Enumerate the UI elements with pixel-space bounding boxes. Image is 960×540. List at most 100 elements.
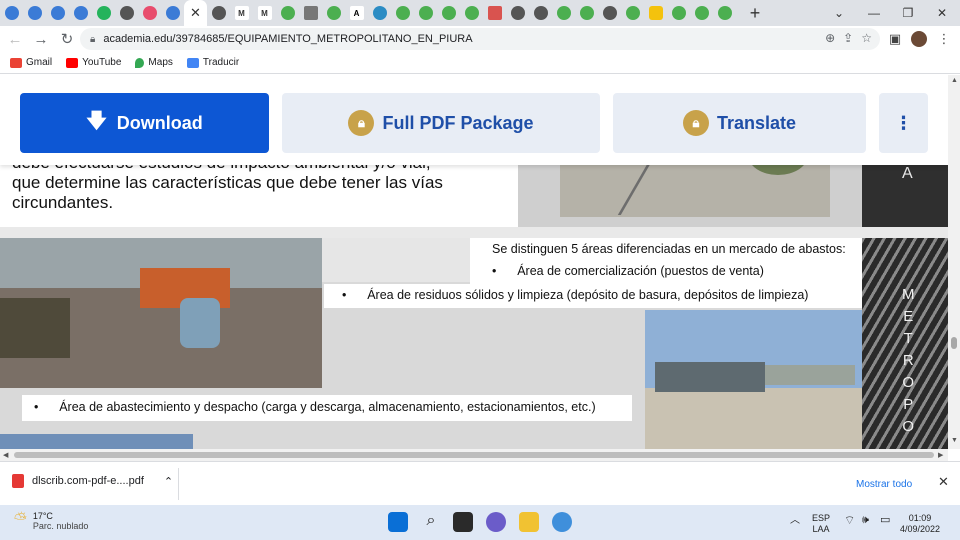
m-icon: M — [234, 6, 249, 20]
back-icon[interactable]: ← — [2, 26, 28, 52]
tab[interactable] — [276, 0, 299, 26]
tab[interactable] — [207, 0, 230, 26]
close-icon[interactable]: ✕ — [190, 5, 201, 21]
tab[interactable]: M — [253, 0, 276, 26]
lock-icon: 🔒︎ — [682, 110, 709, 136]
side-banner: M E T R O P O — [862, 238, 948, 449]
sidepanel-icon[interactable]: ▣ — [886, 26, 904, 52]
tab[interactable]: M — [230, 0, 253, 26]
scroll-left-icon[interactable]: ◀ — [3, 451, 8, 459]
file-explorer-icon[interactable] — [519, 512, 539, 532]
close-icon[interactable]: ✕ — [938, 474, 949, 490]
globe-icon — [119, 6, 134, 20]
zoom-icon[interactable]: ⊕ — [825, 31, 835, 45]
scroll-down-icon[interactable]: ▼ — [951, 437, 958, 444]
tab[interactable] — [483, 0, 506, 26]
weather-widget[interactable]: ⛅︎ 17°C Parc. nublado — [14, 511, 88, 531]
green-app-icon — [96, 6, 111, 20]
tab[interactable] — [506, 0, 529, 26]
clock[interactable]: 01:09 4/09/2022 — [900, 513, 940, 535]
tab[interactable] — [598, 0, 621, 26]
truck-photo — [645, 310, 862, 449]
tab-search-icon[interactable]: ⌄ — [823, 0, 855, 26]
volume-icon[interactable]: 🕪︎ — [862, 515, 869, 526]
active-tab[interactable]: ✕ — [184, 0, 207, 26]
show-all-button[interactable]: Mostrar todo — [856, 474, 912, 494]
scroll-thumb[interactable] — [14, 452, 934, 458]
a-icon: A — [349, 6, 364, 20]
translate-button[interactable]: 🔒︎ Translate — [613, 93, 866, 153]
new-tab-button[interactable]: + — [742, 0, 768, 26]
bullet-box: • Área de abastecimiento y despacho (car… — [22, 395, 632, 421]
tab[interactable] — [644, 0, 667, 26]
url-text: academia.edu/39784685/EQUIPAMIENTO_METRO… — [103, 33, 473, 45]
chevron-up-icon[interactable]: ⌃ — [164, 475, 173, 488]
forward-icon[interactable]: → — [28, 26, 54, 52]
minimize-icon[interactable]: — — [858, 0, 890, 26]
tab[interactable] — [575, 0, 598, 26]
bookmark-gmail[interactable]: Gmail — [10, 57, 52, 68]
horizontal-scrollbar[interactable]: ◀ ▶ — [0, 449, 948, 461]
instagram-icon — [142, 6, 157, 20]
scroll-up-icon[interactable]: ▲ — [951, 77, 958, 84]
tab[interactable] — [46, 0, 69, 26]
tab[interactable] — [552, 0, 575, 26]
chrome-icon[interactable] — [552, 512, 572, 532]
chrome-tab-icon — [4, 6, 19, 20]
tab[interactable] — [690, 0, 713, 26]
share-icon[interactable]: ⇪ — [843, 31, 853, 45]
tab[interactable] — [299, 0, 322, 26]
tab[interactable] — [667, 0, 690, 26]
tab[interactable] — [368, 0, 391, 26]
address-bar[interactable]: 🔒︎ academia.edu/39784685/EQUIPAMIENTO_ME… — [80, 28, 880, 50]
menu-icon[interactable]: ⋮ — [934, 26, 954, 52]
scroll-right-icon[interactable]: ▶ — [938, 451, 943, 459]
tab[interactable] — [92, 0, 115, 26]
tab[interactable] — [437, 0, 460, 26]
bookmark-translate[interactable]: Traducir — [186, 57, 239, 68]
tab[interactable] — [713, 0, 736, 26]
search-icon[interactable]: ⌕ — [421, 512, 441, 532]
tab[interactable] — [529, 0, 552, 26]
vertical-scrollbar[interactable]: ▲ ▼ — [948, 75, 960, 449]
tab[interactable] — [460, 0, 483, 26]
tab[interactable] — [23, 0, 46, 26]
google-icon — [395, 6, 410, 20]
profile-avatar[interactable] — [908, 26, 930, 52]
tab[interactable] — [0, 0, 23, 26]
google-icon — [717, 6, 732, 20]
window-close-icon[interactable]: ✕ — [926, 0, 958, 26]
download-item[interactable]: dlscrib.com-pdf-e....pdf ⌃ — [12, 474, 173, 488]
tab[interactable] — [69, 0, 92, 26]
language-indicator[interactable]: ESP LAA — [812, 513, 830, 535]
tab[interactable] — [414, 0, 437, 26]
chevron-up-icon[interactable]: ︿ — [790, 515, 800, 526]
tab-strip: ✕ M M A + — [0, 0, 960, 26]
tab[interactable] — [115, 0, 138, 26]
bookmark-star-icon[interactable]: ☆ — [861, 31, 872, 45]
tab[interactable] — [621, 0, 644, 26]
tab[interactable] — [391, 0, 414, 26]
wordpress-icon — [372, 6, 387, 20]
reload-icon[interactable]: ↻ — [54, 26, 80, 52]
task-view-icon[interactable] — [453, 512, 473, 532]
more-options-button[interactable]: ⋮ — [879, 93, 928, 153]
restore-icon[interactable]: ❐ — [892, 0, 924, 26]
windows-start-icon[interactable] — [388, 512, 408, 532]
google-icon — [464, 6, 479, 20]
tab[interactable] — [161, 0, 184, 26]
pdf-file-icon — [12, 474, 24, 488]
download-button[interactable]: 🡇 Download — [20, 93, 269, 153]
chat-icon[interactable] — [486, 512, 506, 532]
bookmark-youtube[interactable]: YouTube — [66, 57, 121, 68]
full-pdf-package-button[interactable]: 🔒︎ Full PDF Package — [282, 93, 600, 153]
tab[interactable]: A — [345, 0, 368, 26]
wifi-icon[interactable]: ⌔ — [844, 514, 855, 526]
globe-icon — [602, 6, 617, 20]
tab[interactable] — [138, 0, 161, 26]
tab[interactable] — [322, 0, 345, 26]
bookmark-maps[interactable]: Maps — [135, 57, 173, 68]
scroll-thumb[interactable] — [951, 337, 957, 349]
download-filename: dlscrib.com-pdf-e....pdf — [32, 475, 144, 487]
battery-icon[interactable]: ▭ — [880, 515, 890, 526]
